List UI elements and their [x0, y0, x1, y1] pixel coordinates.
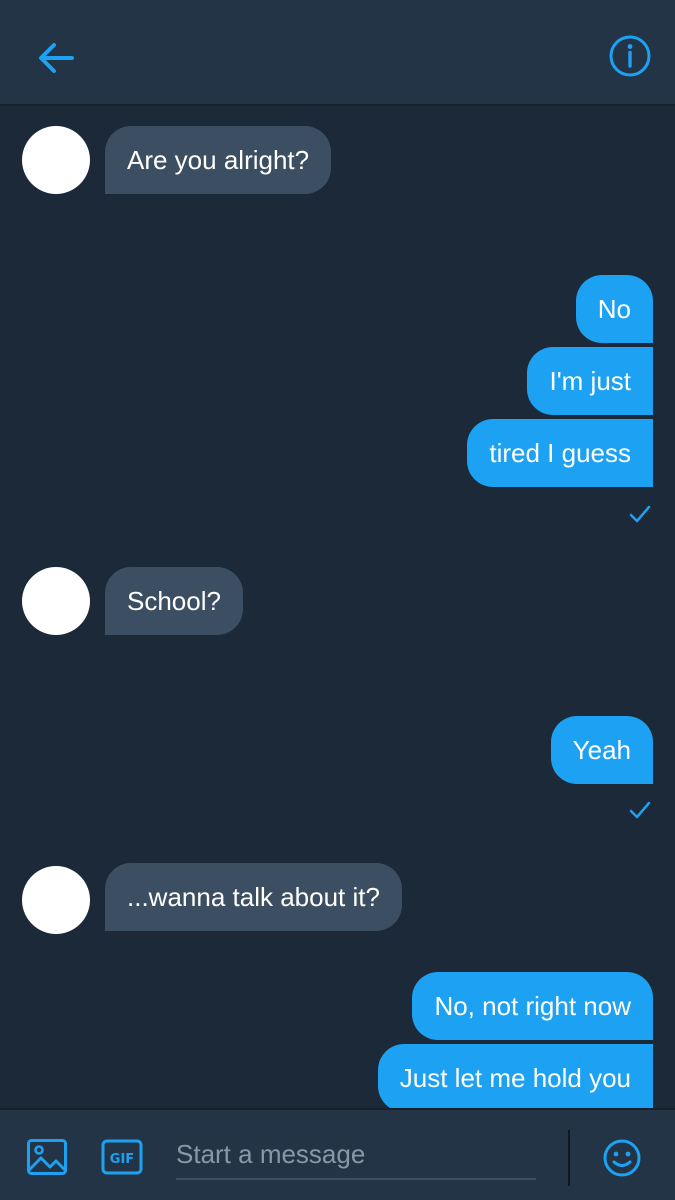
message-composer: GIF [0, 1108, 675, 1200]
outgoing-message: Just let me hold you [377, 1044, 653, 1112]
read-check-icon [629, 801, 651, 819]
outgoing-message: I'm just [527, 347, 653, 415]
conversation-header [0, 0, 675, 106]
read-check-icon [629, 505, 651, 523]
message-input[interactable] [176, 1130, 536, 1180]
gif-button[interactable]: GIF [101, 1139, 143, 1175]
avatar[interactable] [22, 866, 90, 934]
avatar[interactable] [22, 567, 90, 635]
avatar[interactable] [22, 126, 90, 194]
incoming-message: School? [105, 567, 243, 635]
arrow-left-icon[interactable] [32, 34, 80, 82]
gif-icon: GIF [101, 1139, 143, 1175]
outgoing-message: No, not right now [412, 972, 653, 1040]
composer-divider [568, 1130, 570, 1186]
outgoing-message: No [575, 275, 653, 343]
image-icon[interactable] [26, 1138, 68, 1176]
emoji-smile-icon[interactable] [602, 1138, 642, 1178]
incoming-message: Are you alright? [105, 126, 332, 194]
incoming-message: ...wanna talk about it? [105, 863, 402, 931]
gif-label: GIF [110, 1152, 134, 1167]
info-circle-icon[interactable] [606, 32, 654, 80]
outgoing-message: tired I guess [467, 419, 653, 487]
outgoing-message: Yeah [550, 716, 653, 784]
